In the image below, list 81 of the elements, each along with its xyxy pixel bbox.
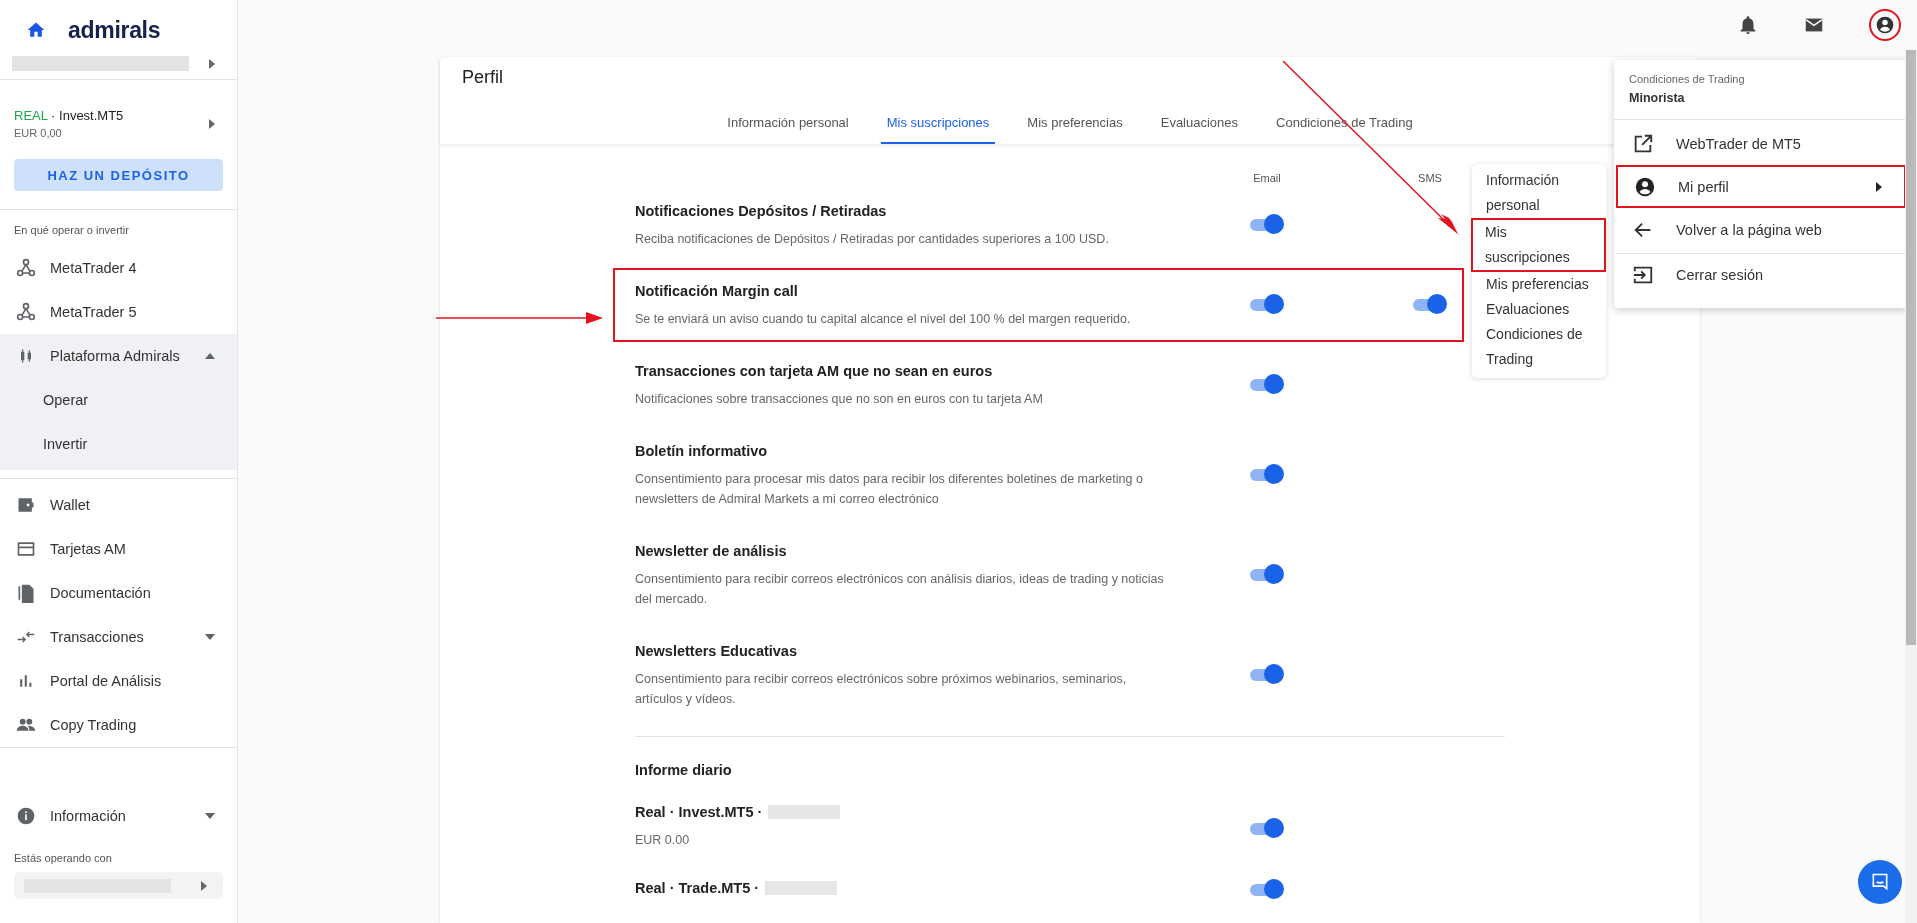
- caret-icon: [209, 118, 215, 129]
- submenu-item[interactable]: Mis preferencias: [1472, 272, 1606, 297]
- toggle-switch[interactable]: [1250, 294, 1284, 314]
- toggle-switch[interactable]: [1413, 294, 1447, 314]
- network-icon: [16, 258, 36, 278]
- toggle-switch[interactable]: [1250, 464, 1284, 484]
- nav-item[interactable]: Copy Trading: [0, 703, 237, 747]
- nav-item[interactable]: Portal de Análisis: [0, 659, 237, 703]
- menu-item[interactable]: WebTrader de MT5: [1616, 122, 1906, 165]
- tab[interactable]: Condiciones de Trading: [1270, 105, 1419, 144]
- account-balance: EUR 0,00: [14, 127, 63, 139]
- nav-item[interactable]: Transacciones: [0, 615, 237, 659]
- nav-subitem[interactable]: Operar: [0, 378, 237, 422]
- subscription-title: Newsletter de análisis: [635, 543, 788, 559]
- chat-button[interactable]: [1858, 860, 1902, 904]
- nav-item[interactable]: Wallet: [0, 483, 237, 527]
- nav-item[interactable]: Plataforma Admirals: [0, 334, 237, 378]
- documents-icon: [16, 583, 36, 603]
- caret-icon: [201, 880, 207, 891]
- chat-icon: [1870, 872, 1890, 892]
- column-header: SMS: [1417, 172, 1443, 184]
- subscription-title: Transacciones con tarjeta AM que no sean en euros: [635, 363, 994, 379]
- column-header: Email: [1252, 172, 1282, 184]
- caret-icon: [205, 353, 215, 359]
- subscription-description: Consentimiento para recibir correos electrónicos con análisis diarios, ideas de trading y noticias del mercado.: [635, 571, 1165, 608]
- subscription-description: Reciba notificaciones de Depósitos / Retiradas por cantidades superiores a 100 USD.: [635, 231, 1110, 248]
- subscription-description: Se te enviará un aviso cuando tu capital alcance el nivel del 100 % del margen requerido.: [635, 311, 1132, 328]
- network-icon: [16, 302, 36, 322]
- deposit-button[interactable]: HAZ UN DEPÓSITO: [14, 159, 223, 191]
- logout-icon: [1632, 264, 1654, 286]
- toggle-switch[interactable]: [1250, 374, 1284, 394]
- brand-logo: admirals: [68, 16, 161, 44]
- account-circle-icon[interactable]: [1875, 15, 1895, 35]
- toggle-switch[interactable]: [1250, 214, 1284, 234]
- credit-card-icon: [16, 539, 36, 559]
- toggle-switch[interactable]: [1250, 818, 1284, 838]
- caret-icon: [209, 58, 215, 69]
- menu-caption: Condiciones de Trading: [1628, 72, 1746, 85]
- caret-icon: [205, 634, 215, 640]
- section-title: Informe diario: [635, 761, 733, 780]
- tab[interactable]: Mis preferencias: [1021, 105, 1129, 144]
- nav-subitem[interactable]: Invertir: [0, 422, 237, 466]
- menu-item[interactable]: Mi perfil: [1616, 165, 1906, 208]
- toggle-switch[interactable]: [1250, 879, 1284, 899]
- home-icon[interactable]: [26, 20, 46, 40]
- account-name: Real · Trade.MT5 ·: [635, 880, 760, 896]
- submenu-item[interactable]: Condiciones de Trading: [1472, 322, 1606, 372]
- subscription-title: Notificaciones Depósitos / Retiradas: [635, 203, 888, 219]
- nav-item[interactable]: Tarjetas AM: [0, 527, 237, 571]
- wallet-icon: [16, 495, 36, 515]
- nav-item[interactable]: MetaTrader 4: [0, 246, 237, 290]
- menu-item[interactable]: Volver a la página web: [1616, 208, 1906, 251]
- subscription-description: Notificaciones sobre transacciones que no son en euros con tu tarjeta AM: [635, 391, 1044, 408]
- subscription-title: Newsletters Educativas: [635, 643, 798, 659]
- submenu-item[interactable]: Mis suscripciones: [1471, 218, 1606, 272]
- tab[interactable]: Información personal: [721, 105, 855, 144]
- info-icon: [16, 806, 36, 826]
- subscription-description: Consentimiento para procesar mis datos para recibir los diferentes boletines de marketing o newsletters de Admiral Markets a mi correo electrónico: [635, 471, 1144, 508]
- subscription-description: Consentimiento para recibir correos electrónicos sobre próximos webinarios, seminarios, artículos y vídeos.: [635, 671, 1128, 708]
- section-label: En qué operar o invertir: [13, 223, 130, 238]
- tab[interactable]: Mis suscripciones: [880, 105, 996, 144]
- section-label: Estás operando con: [13, 851, 113, 866]
- caret-icon: [205, 813, 215, 819]
- nav-item[interactable]: MetaTrader 5: [0, 290, 237, 334]
- account-circle-icon: [1634, 175, 1656, 198]
- submenu-item[interactable]: Información personal: [1472, 168, 1606, 218]
- toggle-switch[interactable]: [1250, 664, 1284, 684]
- scrollbar[interactable]: [1905, 50, 1917, 923]
- subscription-title: Notificación Margin call: [635, 283, 799, 299]
- account-balance: EUR 0.00: [635, 832, 691, 849]
- account-name: Real · Invest.MT5 ·: [635, 804, 763, 820]
- tab[interactable]: Evaluaciones: [1154, 105, 1245, 144]
- nav-item[interactable]: Información: [0, 794, 237, 838]
- submenu-item[interactable]: Evaluaciones: [1472, 297, 1606, 322]
- account-name: REAL · Invest.MT5: [14, 108, 125, 123]
- toggle-switch[interactable]: [1250, 564, 1284, 584]
- external-link-icon: [1632, 132, 1654, 155]
- subscription-title: Boletín informativo: [635, 443, 769, 459]
- caret-icon: [1876, 181, 1882, 192]
- nav-item[interactable]: Documentación: [0, 571, 237, 615]
- page-title: Perfil: [462, 67, 503, 89]
